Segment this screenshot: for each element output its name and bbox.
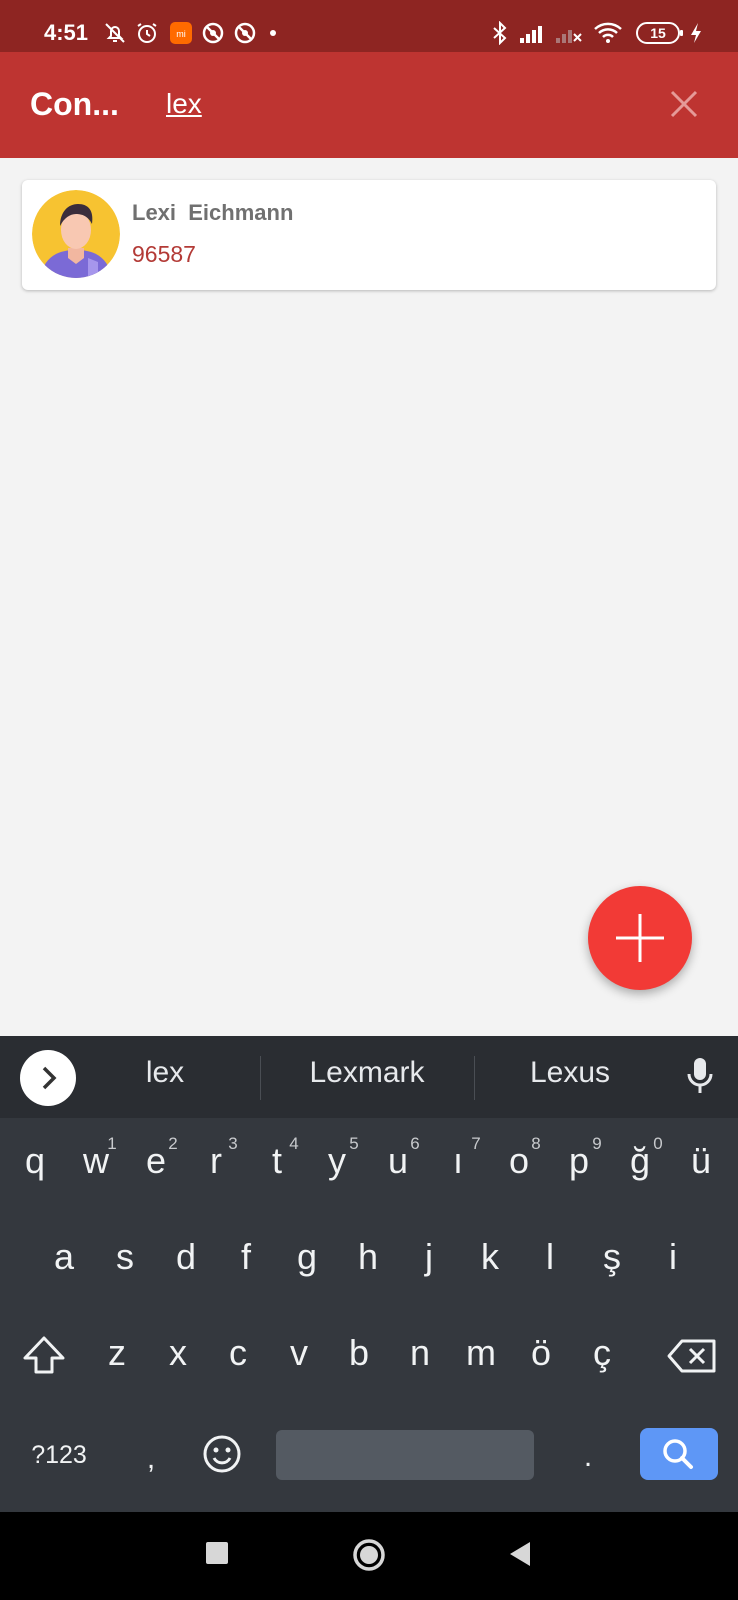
key-hint: 1 <box>107 1134 117 1153</box>
charging-icon <box>688 20 704 46</box>
key-a[interactable]: a <box>39 1232 89 1282</box>
key-s[interactable]: s <box>100 1232 150 1282</box>
key-hint: 4 <box>289 1134 299 1153</box>
mute-bell-icon <box>102 20 128 46</box>
status-time: 4:51 <box>44 20 89 45</box>
suggestion-divider <box>474 1056 475 1100</box>
expand-toolbar-button[interactable] <box>20 1050 76 1106</box>
key-j[interactable]: j <box>404 1232 454 1282</box>
key-v[interactable]: v <box>274 1328 324 1378</box>
shift-key[interactable] <box>20 1334 68 1383</box>
symbols-key[interactable]: ?123 <box>22 1430 96 1480</box>
contact-name: Lexi Eichmann <box>132 200 294 225</box>
key-b[interactable]: b <box>334 1328 384 1378</box>
blocked-icon <box>232 20 258 46</box>
navigation-bar <box>0 1512 738 1600</box>
emoji-key[interactable] <box>202 1434 242 1479</box>
key-f[interactable]: f <box>221 1232 271 1282</box>
bluetooth-icon <box>490 20 510 46</box>
app-bar: Con... lex <box>0 52 738 158</box>
key-h[interactable]: h <box>343 1232 393 1282</box>
key-s-cedilla[interactable]: ş <box>587 1232 637 1282</box>
search-key[interactable] <box>640 1428 718 1480</box>
key-q[interactable]: q <box>10 1136 60 1186</box>
period-key[interactable]: . <box>563 1432 613 1482</box>
space-key[interactable] <box>276 1430 534 1480</box>
svg-text:mi: mi <box>176 29 186 39</box>
home-icon[interactable] <box>352 1538 386 1577</box>
shift-icon <box>23 1336 65 1374</box>
key-g[interactable]: g <box>282 1232 332 1282</box>
suggestion-1[interactable]: lex <box>100 1056 230 1090</box>
chevron-right-icon <box>42 1066 57 1090</box>
key-hint: 5 <box>349 1134 359 1153</box>
status-bar: 4:51 mi 15 <box>0 0 738 52</box>
suggestion-bar: lex Lexmark Lexus <box>0 1036 738 1118</box>
key-d[interactable]: d <box>161 1232 211 1282</box>
backspace-icon <box>667 1339 716 1373</box>
key-hint: 2 <box>168 1134 178 1153</box>
backspace-key[interactable] <box>666 1338 718 1379</box>
comma-key[interactable]: , <box>126 1434 176 1484</box>
signal-icon <box>518 20 548 46</box>
suggestion-2[interactable]: Lexmark <box>282 1056 452 1090</box>
key-hint: 9 <box>592 1134 602 1153</box>
app-title: Con... <box>30 86 119 122</box>
suggestion-3[interactable]: Lexus <box>500 1056 640 1090</box>
add-contact-button[interactable] <box>588 886 692 990</box>
smiley-icon <box>203 1435 241 1473</box>
recents-icon[interactable] <box>206 1542 228 1569</box>
key-hint: 7 <box>471 1134 481 1153</box>
suggestion-divider <box>260 1056 261 1100</box>
battery-icon: 15 <box>636 22 683 44</box>
key-c-cedilla[interactable]: ç <box>577 1328 627 1378</box>
key-i[interactable]: i <box>648 1232 698 1282</box>
back-icon[interactable] <box>508 1540 532 1573</box>
key-hint: 6 <box>410 1134 420 1153</box>
contact-phone: 96587 <box>132 241 196 267</box>
key-hint: 0 <box>653 1134 663 1153</box>
plus-icon <box>616 914 664 962</box>
key-n[interactable]: n <box>395 1328 445 1378</box>
signal-off-icon <box>554 20 584 46</box>
key-k[interactable]: k <box>465 1232 515 1282</box>
key-x[interactable]: x <box>153 1328 203 1378</box>
key-c[interactable]: c <box>213 1328 263 1378</box>
alarm-icon <box>134 20 160 46</box>
key-m[interactable]: m <box>456 1328 506 1378</box>
contact-card[interactable]: Lexi Eichmann 96587 <box>22 180 716 290</box>
search-input[interactable]: lex <box>166 88 202 120</box>
close-icon[interactable] <box>664 84 704 124</box>
keyboard: lex Lexmark Lexus q w e r t y u ı o p ğ … <box>0 1036 738 1512</box>
key-hint: 3 <box>228 1134 238 1153</box>
key-hint: 8 <box>531 1134 541 1153</box>
key-o-umlaut[interactable]: ö <box>516 1328 566 1378</box>
blocked-icon <box>200 20 226 46</box>
key-l[interactable]: l <box>525 1232 575 1282</box>
search-icon <box>663 1439 693 1469</box>
dot-icon <box>268 20 278 46</box>
key-z[interactable]: z <box>92 1328 142 1378</box>
wifi-icon <box>592 20 624 46</box>
battery-level: 15 <box>650 25 666 41</box>
microphone-icon[interactable] <box>684 1056 716 1096</box>
mi-app-icon: mi <box>168 20 194 46</box>
avatar <box>32 190 120 278</box>
key-u-umlaut[interactable]: ü <box>676 1136 726 1186</box>
